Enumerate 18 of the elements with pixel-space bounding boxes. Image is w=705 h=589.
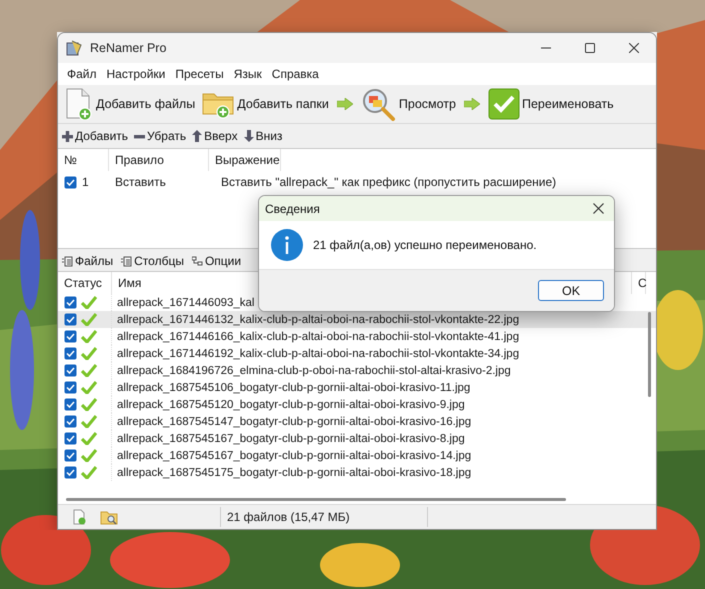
- file-name: allrepack_1687545175_bogatyr-club-p-gornii-altai-oboi-krasivo-18.jpg: [116, 466, 472, 478]
- table-cell-text: Вставить "allrepack_" как префикс (пропустить расширение): [220, 175, 556, 189]
- file-name: allrepack_1687545167_bogatyr-club-p-gornii-altai-oboi-krasivo-14.jpg: [116, 450, 472, 462]
- window-title: ReNamer Pro: [90, 41, 166, 55]
- file-name: allrepack_1687545167_bogatyr-club-p-gornii-altai-oboi-krasivo-8.jpg: [116, 432, 466, 444]
- file-name: allrepack_1671446192_kalix-club-p-altai-oboi-na-rabochii-stol-vkontakte-34.jpg: [116, 348, 520, 360]
- file-name: allrepack_1687545120_bogatyr-club-p-gornii-altai-oboi-krasivo-9.jpg: [116, 398, 466, 410]
- file-name: allrepack_1671446132_kalix-club-p-altai-oboi-na-rabochii-stol-vkontakte-22.jpg: [116, 314, 520, 326]
- dialog-title: Сведения: [265, 202, 321, 216]
- file-name: allrepack_1671446093_kal: [116, 296, 256, 308]
- dialog-message: 21 файл(а,ов) успешно переименовано.: [313, 238, 537, 252]
- file-name: allrepack_1684196726_elmina-club-p-oboi-na-rabochii-stol-altai-krasivo-2.jpg: [116, 364, 512, 376]
- file-name: allrepack_1687545106_bogatyr-club-p-gornii-altai-oboi-krasivo-11.jpg: [116, 382, 472, 394]
- file-name: allrepack_1671446166_kalix-club-p-altai-oboi-na-rabochii-stol-vkontakte-41.jpg: [116, 330, 520, 342]
- table-cell: 1: [82, 175, 89, 189]
- file-name: allrepack_1687545147_bogatyr-club-p-gornii-altai-oboi-krasivo-16.jpg: [116, 416, 472, 428]
- table-cell-text: Вставить: [114, 175, 167, 189]
- status-text: 21 файлов (15,47 МБ): [221, 507, 428, 527]
